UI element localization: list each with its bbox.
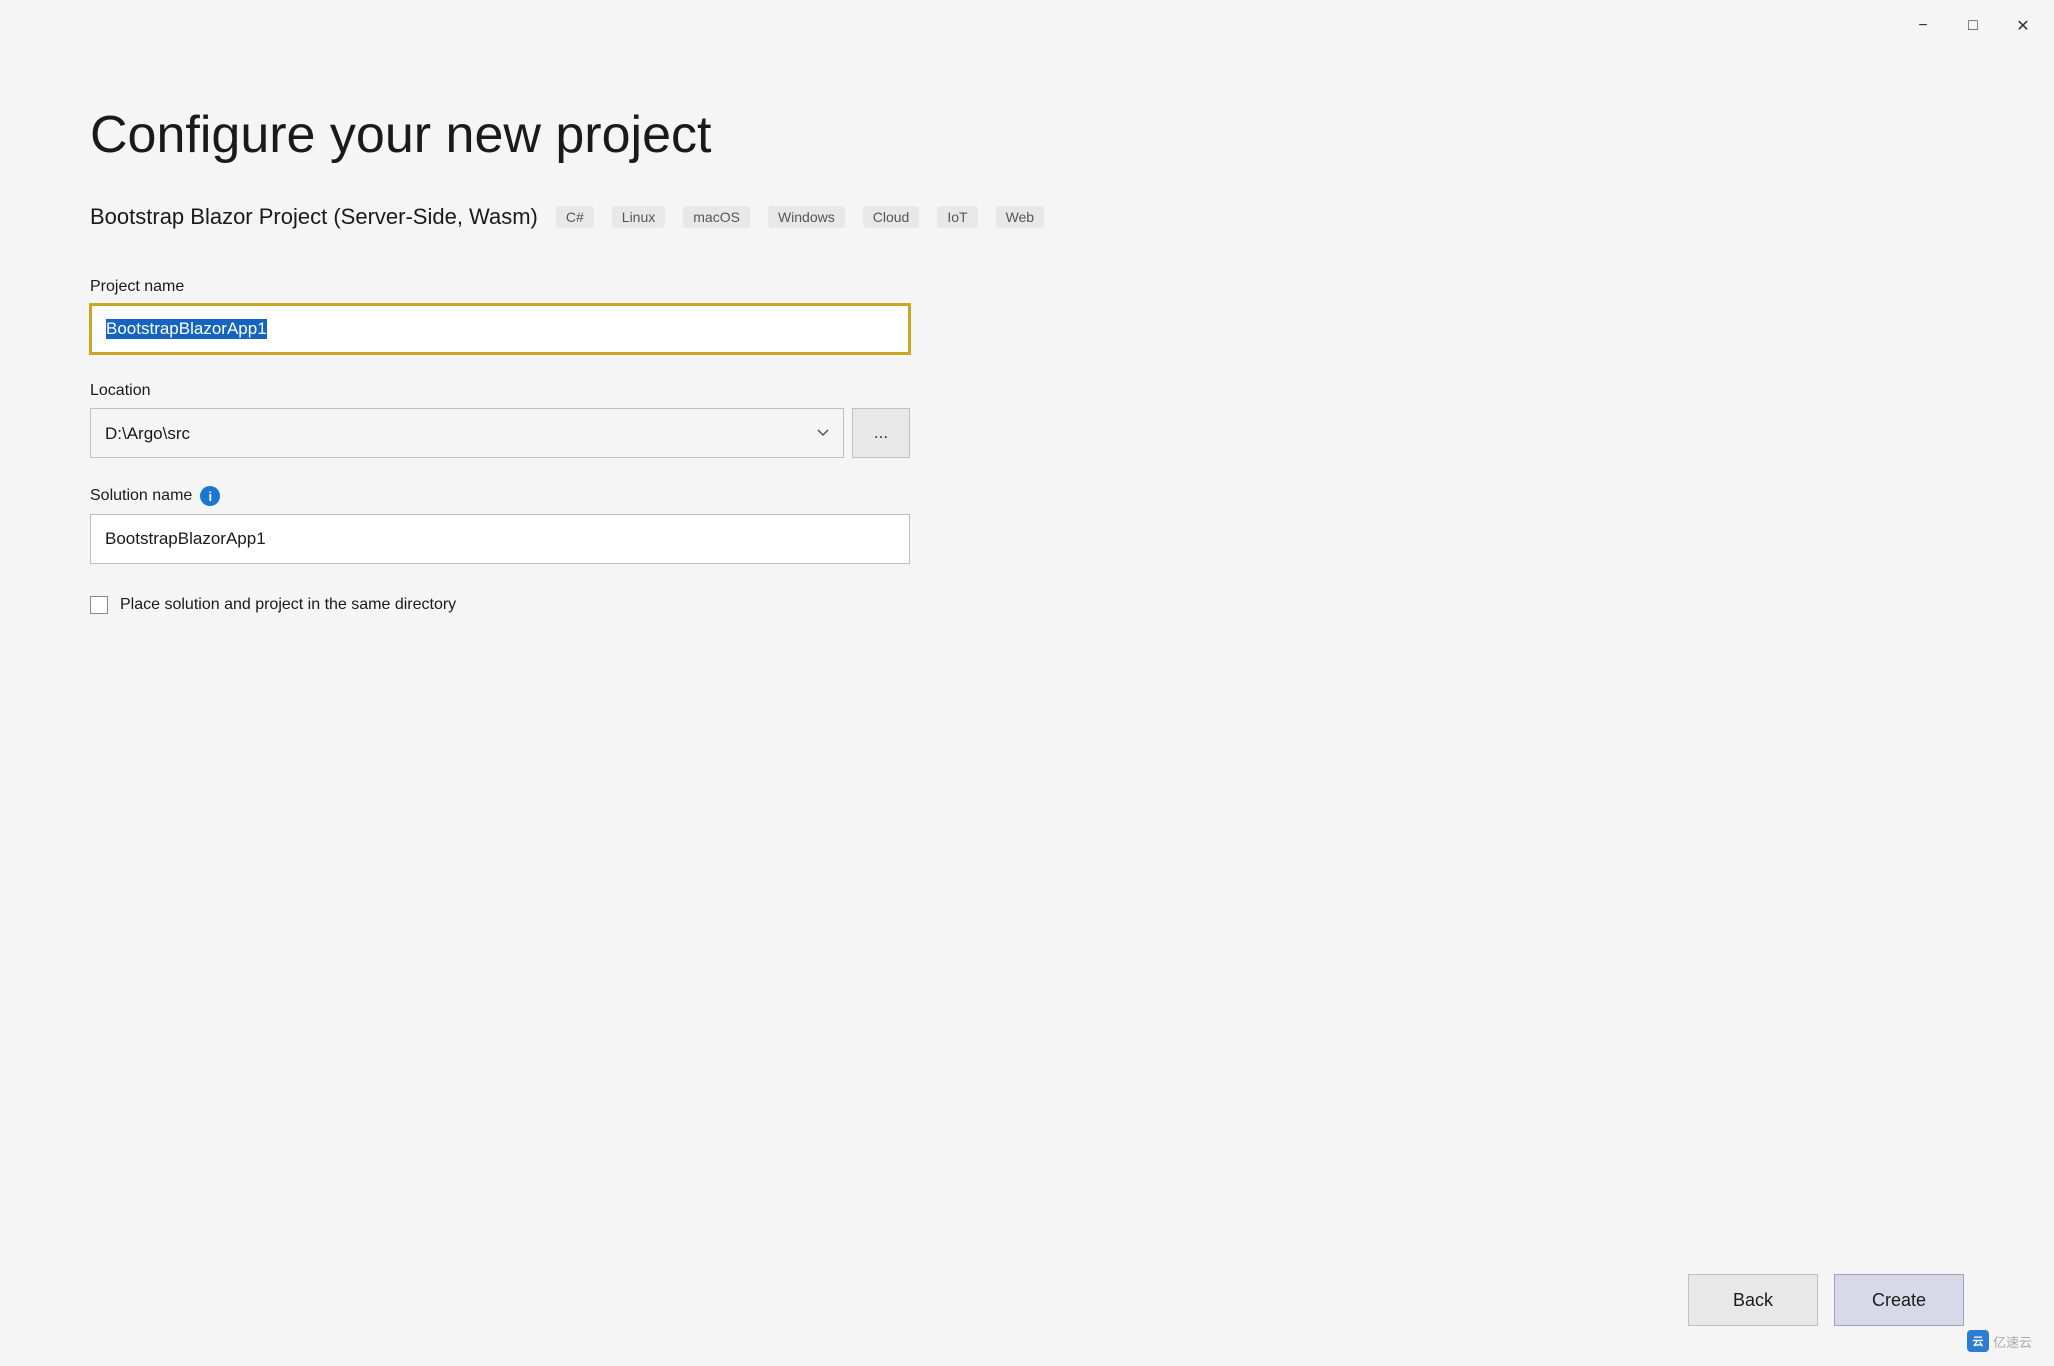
minimize-button[interactable]: − xyxy=(1912,15,1934,37)
browse-button[interactable]: ... xyxy=(852,408,910,458)
project-name-input[interactable] xyxy=(90,304,910,354)
main-window: − □ ✕ Configure your new project Bootstr… xyxy=(0,0,2054,1366)
location-select[interactable]: D:\Argo\src xyxy=(90,408,844,458)
project-name-group: Project name xyxy=(90,278,910,354)
solution-name-label: Solution name i xyxy=(90,486,910,506)
solution-name-group: Solution name i xyxy=(90,486,910,564)
tag-linux: Linux xyxy=(612,206,665,228)
solution-name-info-icon[interactable]: i xyxy=(200,486,220,506)
main-content: Configure your new project Bootstrap Bla… xyxy=(0,52,2054,1366)
bottom-bar: Back Create xyxy=(1688,1274,1964,1326)
location-label: Location xyxy=(90,382,910,400)
project-type-name: Bootstrap Blazor Project (Server-Side, W… xyxy=(90,204,538,230)
watermark-text: 亿速云 xyxy=(1993,1332,2032,1351)
solution-name-input[interactable] xyxy=(90,514,910,564)
location-row: D:\Argo\src ... xyxy=(90,408,910,458)
same-directory-label[interactable]: Place solution and project in the same d… xyxy=(120,596,456,614)
form-section: Project name Location D:\Argo\src ... So… xyxy=(90,278,910,614)
back-button[interactable]: Back xyxy=(1688,1274,1818,1326)
create-button[interactable]: Create xyxy=(1834,1274,1964,1326)
page-title: Configure your new project xyxy=(90,107,1964,164)
maximize-button[interactable]: □ xyxy=(1962,15,1984,37)
tag-windows: Windows xyxy=(768,206,845,228)
same-directory-row: Place solution and project in the same d… xyxy=(90,596,910,614)
project-name-label: Project name xyxy=(90,278,910,296)
location-group: Location D:\Argo\src ... xyxy=(90,382,910,458)
close-button[interactable]: ✕ xyxy=(2012,15,2034,37)
tag-macos: macOS xyxy=(683,206,750,228)
tag-web: Web xyxy=(996,206,1045,228)
same-directory-checkbox[interactable] xyxy=(90,596,108,614)
title-bar: − □ ✕ xyxy=(0,0,2054,52)
tag-iot: IoT xyxy=(937,206,977,228)
watermark: 云 亿速云 xyxy=(1967,1330,2032,1352)
tag-csharp: C# xyxy=(556,206,594,228)
watermark-icon: 云 xyxy=(1967,1330,1989,1352)
tag-cloud: Cloud xyxy=(863,206,920,228)
project-type-row: Bootstrap Blazor Project (Server-Side, W… xyxy=(90,204,1964,230)
